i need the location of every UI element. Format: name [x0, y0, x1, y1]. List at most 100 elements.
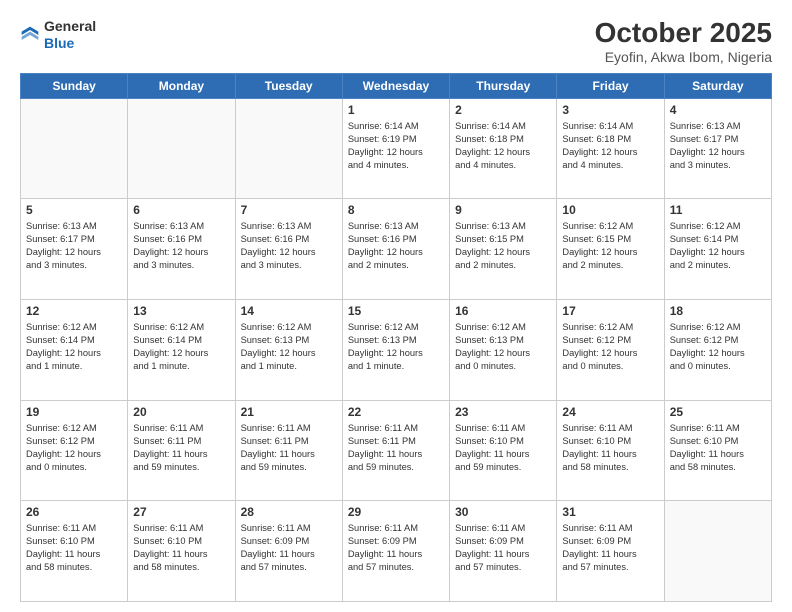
day-number: 3 — [562, 103, 658, 117]
calendar-cell: 24 Sunrise: 6:11 AM Sunset: 6:10 PM Dayli… — [557, 400, 664, 501]
calendar-cell: 1 Sunrise: 6:14 AM Sunset: 6:19 PM Daylig… — [342, 98, 449, 199]
day-number: 1 — [348, 103, 444, 117]
calendar-cell: 12 Sunrise: 6:12 AM Sunset: 6:14 PM Dayli… — [21, 300, 128, 401]
day-number: 15 — [348, 304, 444, 318]
logo: General Blue — [20, 18, 96, 52]
calendar-cell: 16 Sunrise: 6:12 AM Sunset: 6:13 PM Dayli… — [450, 300, 557, 401]
day-info: Sunrise: 6:11 AM Sunset: 6:11 PM Dayligh… — [241, 422, 337, 474]
calendar-cell: 22Sunrise: 6:11 AM Sunset: 6:11 PM Dayli… — [342, 400, 449, 501]
logo-text: General Blue — [44, 18, 96, 52]
day-number: 16 — [455, 304, 551, 318]
calendar-cell: 15 Sunrise: 6:12 AM Sunset: 6:13 PM Dayli… — [342, 300, 449, 401]
day-info: Sunrise: 6:11 AM Sunset: 6:10 PM Dayligh… — [455, 422, 551, 474]
weekday-header-saturday: Saturday — [664, 73, 771, 98]
calendar-cell: 5 Sunrise: 6:13 AM Sunset: 6:17 PM Daylig… — [21, 199, 128, 300]
day-info: Sunrise: 6:14 AM Sunset: 6:18 PM Dayligh… — [562, 120, 658, 172]
page: General Blue October 2025 Eyofin, Akwa I… — [0, 0, 792, 612]
day-number: 14 — [241, 304, 337, 318]
day-number: 23 — [455, 405, 551, 419]
day-info: Sunrise: 6:12 AM Sunset: 6:13 PM Dayligh… — [348, 321, 444, 373]
week-row-1: 1 Sunrise: 6:14 AM Sunset: 6:19 PM Daylig… — [21, 98, 772, 199]
day-number: 7 — [241, 203, 337, 217]
day-info: Sunrise: 6:12 AM Sunset: 6:13 PM Dayligh… — [455, 321, 551, 373]
day-info: Sunrise: 6:11 AM Sunset: 6:09 PM Dayligh… — [241, 522, 337, 574]
calendar-cell: 26Sunrise: 6:11 AM Sunset: 6:10 PM Dayli… — [21, 501, 128, 602]
day-number: 12 — [26, 304, 122, 318]
day-info: Sunrise: 6:11 AM Sunset: 6:09 PM Dayligh… — [455, 522, 551, 574]
week-row-5: 26Sunrise: 6:11 AM Sunset: 6:10 PM Dayli… — [21, 501, 772, 602]
day-info: Sunrise: 6:11 AM Sunset: 6:11 PM Dayligh… — [133, 422, 229, 474]
day-number: 18 — [670, 304, 766, 318]
day-info: Sunrise: 6:11 AM Sunset: 6:11 PM Dayligh… — [348, 422, 444, 474]
calendar-cell — [664, 501, 771, 602]
calendar-cell: 19 Sunrise: 6:12 AM Sunset: 6:12 PM Dayli… — [21, 400, 128, 501]
calendar-cell: 30 Sunrise: 6:11 AM Sunset: 6:09 PM Dayli… — [450, 501, 557, 602]
calendar-cell — [235, 98, 342, 199]
month-title: October 2025 — [595, 18, 772, 49]
weekday-header-thursday: Thursday — [450, 73, 557, 98]
day-info: Sunrise: 6:12 AM Sunset: 6:14 PM Dayligh… — [133, 321, 229, 373]
weekday-header-wednesday: Wednesday — [342, 73, 449, 98]
day-number: 5 — [26, 203, 122, 217]
weekday-header-sunday: Sunday — [21, 73, 128, 98]
location-subtitle: Eyofin, Akwa Ibom, Nigeria — [595, 49, 772, 65]
day-info: Sunrise: 6:11 AM Sunset: 6:09 PM Dayligh… — [348, 522, 444, 574]
day-number: 11 — [670, 203, 766, 217]
calendar-cell — [21, 98, 128, 199]
day-number: 8 — [348, 203, 444, 217]
day-info: Sunrise: 6:13 AM Sunset: 6:17 PM Dayligh… — [26, 220, 122, 272]
weekday-header-friday: Friday — [557, 73, 664, 98]
day-info: Sunrise: 6:12 AM Sunset: 6:14 PM Dayligh… — [670, 220, 766, 272]
week-row-4: 19 Sunrise: 6:12 AM Sunset: 6:12 PM Dayli… — [21, 400, 772, 501]
calendar-cell: 31 Sunrise: 6:11 AM Sunset: 6:09 PM Dayli… — [557, 501, 664, 602]
calendar-cell: 14 Sunrise: 6:12 AM Sunset: 6:13 PM Dayli… — [235, 300, 342, 401]
calendar-cell: 13 Sunrise: 6:12 AM Sunset: 6:14 PM Dayli… — [128, 300, 235, 401]
calendar-cell: 29Sunrise: 6:11 AM Sunset: 6:09 PM Dayli… — [342, 501, 449, 602]
week-row-3: 12 Sunrise: 6:12 AM Sunset: 6:14 PM Dayli… — [21, 300, 772, 401]
weekday-header-monday: Monday — [128, 73, 235, 98]
day-info: Sunrise: 6:12 AM Sunset: 6:12 PM Dayligh… — [26, 422, 122, 474]
calendar-cell — [128, 98, 235, 199]
calendar-cell: 3 Sunrise: 6:14 AM Sunset: 6:18 PM Daylig… — [557, 98, 664, 199]
calendar-cell: 10Sunrise: 6:12 AM Sunset: 6:15 PM Dayli… — [557, 199, 664, 300]
calendar-cell: 27Sunrise: 6:11 AM Sunset: 6:10 PM Dayli… — [128, 501, 235, 602]
day-info: Sunrise: 6:12 AM Sunset: 6:12 PM Dayligh… — [562, 321, 658, 373]
day-info: Sunrise: 6:13 AM Sunset: 6:16 PM Dayligh… — [241, 220, 337, 272]
calendar-cell: 20Sunrise: 6:11 AM Sunset: 6:11 PM Dayli… — [128, 400, 235, 501]
day-number: 4 — [670, 103, 766, 117]
day-number: 26 — [26, 505, 122, 519]
day-info: Sunrise: 6:11 AM Sunset: 6:10 PM Dayligh… — [562, 422, 658, 474]
day-number: 13 — [133, 304, 229, 318]
day-number: 6 — [133, 203, 229, 217]
day-info: Sunrise: 6:14 AM Sunset: 6:19 PM Dayligh… — [348, 120, 444, 172]
day-number: 30 — [455, 505, 551, 519]
calendar-cell: 4Sunrise: 6:13 AM Sunset: 6:17 PM Daylig… — [664, 98, 771, 199]
day-number: 27 — [133, 505, 229, 519]
day-info: Sunrise: 6:14 AM Sunset: 6:18 PM Dayligh… — [455, 120, 551, 172]
day-number: 24 — [562, 405, 658, 419]
day-info: Sunrise: 6:13 AM Sunset: 6:16 PM Dayligh… — [133, 220, 229, 272]
calendar-cell: 23 Sunrise: 6:11 AM Sunset: 6:10 PM Dayli… — [450, 400, 557, 501]
calendar-cell: 28 Sunrise: 6:11 AM Sunset: 6:09 PM Dayli… — [235, 501, 342, 602]
day-info: Sunrise: 6:12 AM Sunset: 6:13 PM Dayligh… — [241, 321, 337, 373]
calendar-cell: 2 Sunrise: 6:14 AM Sunset: 6:18 PM Daylig… — [450, 98, 557, 199]
day-info: Sunrise: 6:12 AM Sunset: 6:15 PM Dayligh… — [562, 220, 658, 272]
day-number: 2 — [455, 103, 551, 117]
calendar-cell: 9Sunrise: 6:13 AM Sunset: 6:15 PM Daylig… — [450, 199, 557, 300]
title-block: October 2025 Eyofin, Akwa Ibom, Nigeria — [595, 18, 772, 65]
day-number: 19 — [26, 405, 122, 419]
day-number: 25 — [670, 405, 766, 419]
day-number: 31 — [562, 505, 658, 519]
logo-icon — [20, 25, 40, 45]
calendar-cell: 11 Sunrise: 6:12 AM Sunset: 6:14 PM Dayli… — [664, 199, 771, 300]
header: General Blue October 2025 Eyofin, Akwa I… — [20, 18, 772, 65]
day-number: 28 — [241, 505, 337, 519]
day-info: Sunrise: 6:11 AM Sunset: 6:09 PM Dayligh… — [562, 522, 658, 574]
calendar-table: SundayMondayTuesdayWednesdayThursdayFrid… — [20, 73, 772, 602]
calendar-cell: 25Sunrise: 6:11 AM Sunset: 6:10 PM Dayli… — [664, 400, 771, 501]
calendar-cell: 8Sunrise: 6:13 AM Sunset: 6:16 PM Daylig… — [342, 199, 449, 300]
day-info: Sunrise: 6:12 AM Sunset: 6:12 PM Dayligh… — [670, 321, 766, 373]
calendar-cell: 7 Sunrise: 6:13 AM Sunset: 6:16 PM Daylig… — [235, 199, 342, 300]
day-info: Sunrise: 6:12 AM Sunset: 6:14 PM Dayligh… — [26, 321, 122, 373]
day-number: 21 — [241, 405, 337, 419]
